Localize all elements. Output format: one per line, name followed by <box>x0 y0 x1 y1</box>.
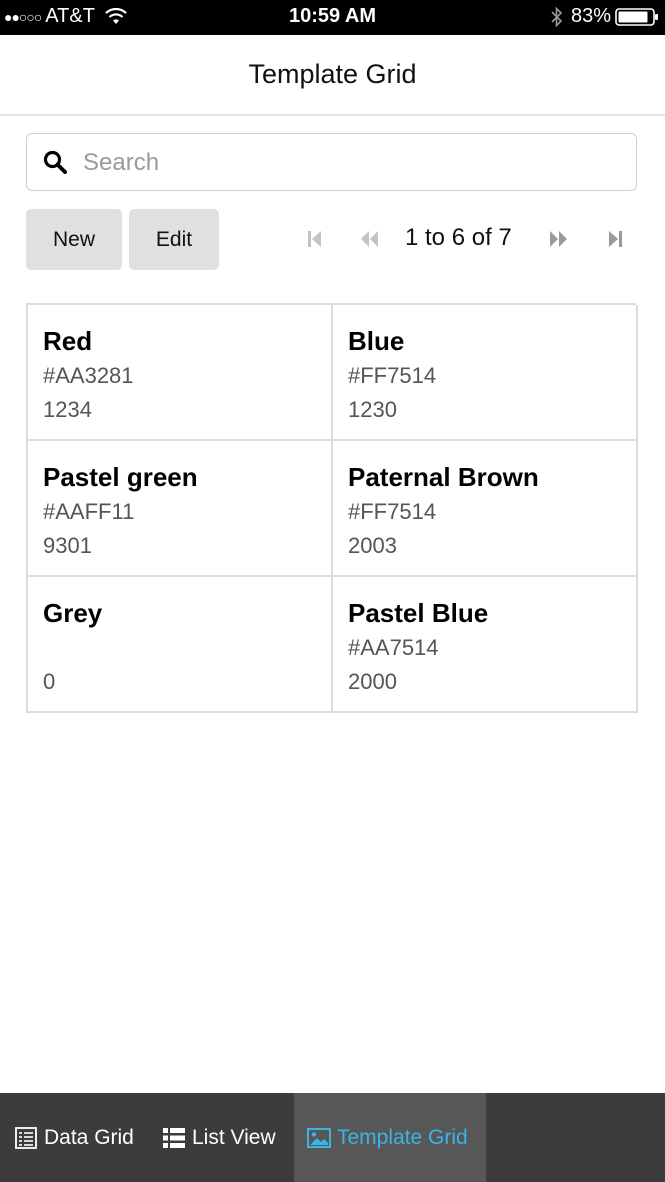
card-hex: #AAFF11 <box>43 499 135 524</box>
previous-page-icon[interactable] <box>358 228 380 250</box>
page-title: Template Grid <box>248 59 417 89</box>
template-grid: Red #AA3281 1234 Blue #FF7514 1230 Paste… <box>26 303 638 713</box>
bluetooth-icon <box>551 6 563 27</box>
list-view-icon <box>163 1127 185 1148</box>
battery-percent: 83% <box>570 5 611 27</box>
card-hex: #FF7514 <box>348 499 437 524</box>
card-name: Pastel green <box>43 462 198 492</box>
tab-data-grid-label: Data Grid <box>44 1125 134 1149</box>
tab-bar: Data Grid List View Template Grid <box>0 1093 665 1182</box>
grid-card[interactable]: Grey 0 <box>28 577 333 713</box>
pager: 1 to 6 of 7 <box>300 222 640 256</box>
grid-card[interactable]: Pastel green #AAFF11 9301 <box>28 441 333 577</box>
grid-card[interactable]: Red #AA3281 1234 <box>28 305 333 441</box>
card-hex: #FF7514 <box>348 363 437 388</box>
card-number: 2003 <box>348 533 397 558</box>
edit-button[interactable]: Edit <box>129 209 219 270</box>
battery-icon <box>615 7 658 26</box>
card-hex: #AA3281 <box>43 363 134 388</box>
last-page-icon[interactable] <box>604 228 626 250</box>
pager-status: 1 to 6 of 7 <box>405 224 512 251</box>
screen: ●●○○○ AT&T 10:59 AM 83% Template Grid Se… <box>0 0 665 1182</box>
card-name: Blue <box>348 326 405 356</box>
image-icon <box>307 1127 331 1148</box>
card-number: 2000 <box>348 669 397 694</box>
card-name: Paternal Brown <box>348 462 539 492</box>
next-page-icon[interactable] <box>548 228 570 250</box>
search-box[interactable] <box>26 133 637 191</box>
card-number: 1234 <box>43 397 92 422</box>
card-name: Pastel Blue <box>348 598 489 628</box>
grid-card[interactable]: Pastel Blue #AA7514 2000 <box>333 577 638 713</box>
card-hex: #AA7514 <box>348 635 439 660</box>
tab-list-view-label: List View <box>192 1125 276 1149</box>
data-grid-icon <box>15 1126 37 1149</box>
card-number: 1230 <box>348 397 397 422</box>
card-number: 0 <box>43 669 56 694</box>
tab-template-grid-label: Template Grid <box>337 1125 468 1149</box>
search-input[interactable] <box>81 144 625 182</box>
status-right: 83% <box>551 5 659 28</box>
card-number: 9301 <box>43 533 92 558</box>
tab-list-view[interactable]: List View <box>162 1093 276 1182</box>
new-button[interactable]: New <box>26 209 122 270</box>
card-name: Grey <box>43 598 103 628</box>
grid-card[interactable]: Blue #FF7514 1230 <box>333 305 638 441</box>
status-bar: ●●○○○ AT&T 10:59 AM 83% <box>0 0 665 35</box>
card-name: Red <box>43 326 93 356</box>
grid-card[interactable]: Paternal Brown #FF7514 2003 <box>333 441 638 577</box>
first-page-icon[interactable] <box>304 228 326 250</box>
tab-data-grid[interactable]: Data Grid <box>14 1093 134 1182</box>
search-icon <box>43 150 67 174</box>
tab-template-grid[interactable]: Template Grid <box>294 1093 486 1182</box>
card-hex <box>43 631 331 665</box>
nav-bar: Template Grid <box>0 35 665 116</box>
